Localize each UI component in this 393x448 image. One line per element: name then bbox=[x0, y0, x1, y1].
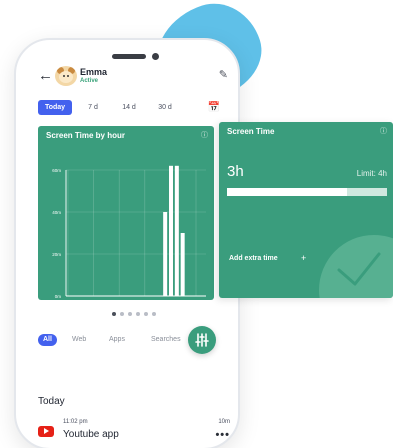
more-horizontal-icon[interactable]: ••• bbox=[215, 429, 230, 441]
tab-14d[interactable]: 14 d bbox=[114, 100, 144, 115]
edit-icon[interactable]: ✎ bbox=[219, 68, 228, 81]
phone-speaker bbox=[112, 54, 146, 59]
activity-name: Youtube app bbox=[63, 429, 119, 440]
plus-icon[interactable]: + bbox=[301, 253, 306, 263]
tab-today[interactable]: Today bbox=[38, 100, 72, 115]
screen-time-card: Screen Time ⓘ 3h Limit: 4h Add extra tim… bbox=[219, 122, 393, 298]
pagination-dot[interactable] bbox=[120, 312, 124, 316]
arrow-left-icon[interactable]: ← bbox=[38, 68, 53, 84]
y-tick-label: 40m bbox=[52, 210, 61, 215]
filter-apps[interactable]: Apps bbox=[109, 334, 125, 346]
user-name: Emma bbox=[80, 67, 108, 77]
pagination-dot[interactable] bbox=[136, 312, 140, 316]
card-title: Screen Time bbox=[227, 127, 275, 136]
youtube-icon bbox=[38, 426, 54, 437]
list-item[interactable]: 11:02 pm Youtube app 10m ••• bbox=[38, 419, 230, 445]
hour-bar bbox=[174, 165, 179, 296]
progress-fill bbox=[227, 188, 347, 196]
info-icon[interactable]: ⓘ bbox=[380, 126, 387, 136]
hour-bar bbox=[163, 212, 168, 296]
hour-bar bbox=[180, 233, 185, 296]
pagination-dots bbox=[112, 312, 172, 318]
screen-time-used: 3h bbox=[227, 163, 244, 180]
calendar-icon[interactable]: 📅 bbox=[208, 100, 220, 115]
sliders-icon bbox=[195, 333, 209, 347]
filter-all[interactable]: All bbox=[38, 334, 57, 346]
avatar[interactable] bbox=[55, 66, 77, 86]
activity-time: 11:02 pm bbox=[63, 419, 88, 425]
screen-time-limit: Limit: 4h bbox=[356, 169, 387, 178]
y-tick-label: 60m bbox=[52, 168, 61, 173]
check-decoration-icon bbox=[337, 252, 381, 286]
hour-bar bbox=[169, 165, 173, 296]
activity-duration: 10m bbox=[218, 419, 230, 425]
pagination-dot[interactable] bbox=[128, 312, 132, 316]
hourly-bar-chart: 0m20m40m60m12pm4am8am12pm4pm8pm bbox=[52, 165, 206, 299]
pagination-dot[interactable] bbox=[112, 312, 116, 316]
y-tick-label: 20m bbox=[52, 252, 61, 257]
range-tabs: Today 7 d 14 d 30 d 📅 bbox=[38, 100, 228, 116]
pagination-dot[interactable] bbox=[144, 312, 148, 316]
phone-frame: ← Emma Active ✎ Today 7 d 14 d 30 d 📅 Sc… bbox=[14, 38, 240, 448]
screen-time-progress bbox=[227, 188, 387, 196]
phone-camera bbox=[152, 53, 159, 60]
filter-settings-button[interactable] bbox=[188, 326, 216, 354]
section-title: Today bbox=[38, 396, 65, 407]
tab-7d[interactable]: 7 d bbox=[78, 100, 108, 115]
filter-web[interactable]: Web bbox=[72, 334, 86, 346]
add-extra-time-button[interactable]: Add extra time bbox=[229, 255, 278, 262]
filter-searches[interactable]: Searches bbox=[151, 334, 181, 346]
profile-header: ← Emma Active ✎ bbox=[38, 66, 228, 90]
y-tick-label: 0m bbox=[55, 294, 62, 299]
tab-30d[interactable]: 30 d bbox=[150, 100, 180, 115]
screen-time-by-hour-card: Screen Time by hour ⓘ 0m20m40m60m12pm4am… bbox=[38, 126, 214, 300]
user-status: Active bbox=[80, 78, 99, 84]
pagination-dot[interactable] bbox=[152, 312, 156, 316]
